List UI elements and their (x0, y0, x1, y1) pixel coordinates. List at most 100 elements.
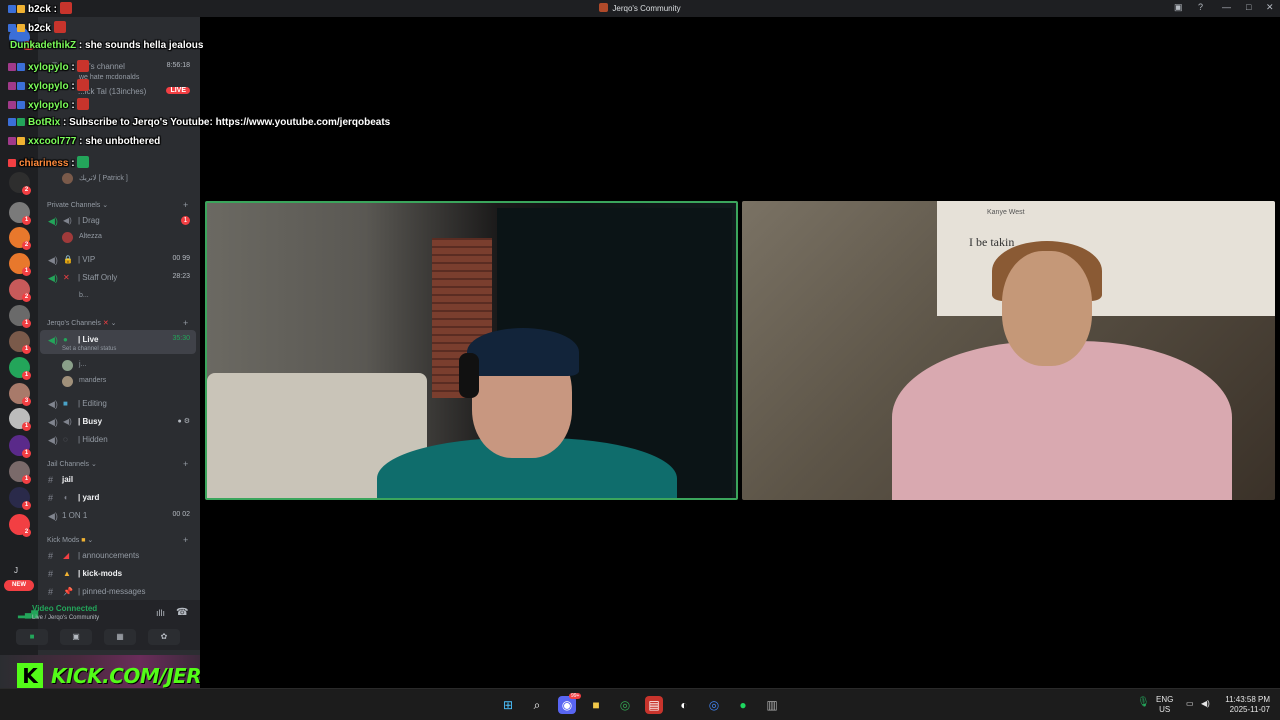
channel-yard[interactable]: # ◖ | yard (38, 490, 198, 506)
add-channel-icon[interactable]: + (183, 200, 188, 210)
category-jerqo[interactable]: Jerqo's Channels ✕ ⌄ (47, 319, 117, 327)
language-indicator[interactable]: ENG US (1156, 695, 1173, 715)
maximize-button[interactable]: □ (1246, 2, 1251, 12)
live-badge: LIVE (166, 87, 190, 94)
channel-actions-icon[interactable]: ● ⚙ (178, 417, 190, 425)
chat-username: BotRix (28, 117, 61, 128)
new-badge: NEW (4, 580, 34, 591)
hashtag-icon: # (48, 569, 54, 579)
soundboard-button[interactable]: ✿ (148, 629, 180, 645)
eye-off-icon: ◌ (63, 435, 68, 444)
channel-announcements[interactable]: # ◢ | announcements (38, 548, 198, 564)
kick-logo: K (17, 663, 43, 689)
speaker-icon: ◀) (63, 417, 72, 426)
screen-share-button[interactable]: ▣ (60, 629, 92, 645)
screen-share-icon[interactable]: ▣ (1174, 2, 1183, 13)
network-icon[interactable]: ▭ (1186, 699, 1194, 709)
video-tile-host[interactable] (205, 201, 738, 500)
voice-icon: ◀) (48, 511, 58, 521)
category-kick-mods[interactable]: Kick Mods ■ ⌄ (47, 536, 93, 544)
channel-vip[interactable]: ◀) 🔒 | VIP 00 99 (38, 252, 198, 268)
disconnect-icon[interactable]: ☎ (176, 607, 188, 618)
channel-staff-only[interactable]: ◀) ✕ | Staff Only 28:23 (38, 270, 198, 286)
badge-icon (17, 24, 25, 32)
chat-text: : she unbothered (76, 136, 161, 147)
chat-message: xylopylo : (8, 60, 90, 78)
obs-icon[interactable]: ◐ (675, 696, 693, 714)
monitor-icon: ■ (63, 399, 68, 408)
avatar (62, 232, 73, 243)
channel-hidden[interactable]: ◀) ◌ | Hidden (38, 432, 198, 448)
chat-message: DunkadethikZ : she sounds hella jealous (8, 40, 203, 58)
badge-icon (8, 159, 16, 167)
camera-button[interactable]: ■ (16, 629, 48, 645)
chat-badges (8, 23, 26, 34)
chat-message: b2ck : (8, 2, 72, 20)
chat-username: chiariness (19, 158, 69, 169)
add-channel-icon[interactable]: + (183, 318, 188, 328)
chat-text: : (68, 81, 78, 92)
chat-badges (8, 158, 17, 169)
channel-busy[interactable]: ◀) ◀) | Busy ● ⚙ (38, 414, 198, 430)
server-letter-icon[interactable]: J (14, 566, 18, 575)
add-channel-icon[interactable]: + (183, 535, 188, 545)
volume-icon[interactable]: ◀) (1201, 699, 1210, 709)
badge-icon (8, 24, 16, 32)
category-private[interactable]: Private Channels ⌄ (47, 201, 108, 209)
help-icon[interactable]: ? (1198, 2, 1203, 12)
server-badge: 2 (22, 293, 31, 302)
chat-badges (8, 81, 26, 92)
noise-suppression-icon[interactable]: ıllı (156, 608, 165, 618)
chat-message: BotRix : Subscribe to Jerqo's Youtube: h… (8, 117, 390, 135)
chrome-profile-icon[interactable]: ◎ (705, 696, 723, 714)
voice-icon: ◀) (48, 435, 58, 445)
app-icon[interactable]: ▥ (763, 696, 781, 714)
video-tile-guest[interactable]: Kanye West I be takin (742, 201, 1275, 500)
badge-icon (8, 118, 16, 126)
badge-icon (8, 101, 16, 109)
stream-app-icon[interactable]: ▤ (645, 696, 663, 714)
spotify-icon[interactable]: ● (734, 696, 752, 714)
channel-kick-mods[interactable]: # ▲ | kick-mods (38, 566, 198, 582)
channel-editing[interactable]: ◀) ■ | Editing (38, 396, 198, 412)
server-badge: 1 (22, 501, 31, 510)
server-badge: 1 (22, 475, 31, 484)
clock[interactable]: 11:43:58 PM 2025-11-07 (1222, 695, 1270, 715)
badge-icon (8, 5, 16, 13)
cross-icon: ✕ (102, 320, 109, 327)
badge-icon (8, 82, 16, 90)
taskbar: ⊞ ⌕ ◉ 99+ ■ ◎ ▤ ◐ ◎ ● ▥ 🎙 ENG US ▭ ◀) 11:… (0, 688, 1280, 720)
warning-icon: ▲ (63, 569, 71, 578)
chat-username: DunkadethikZ (10, 40, 77, 51)
chat-badges (8, 4, 26, 15)
voice-icon: ◀) (48, 273, 58, 283)
chat-text: : Subscribe to Jerqo's Youtube: https://… (60, 117, 391, 128)
channel-1on1[interactable]: ◀) 1 ON 1 00 02 (38, 508, 198, 524)
close-button[interactable]: ✕ (1266, 2, 1274, 13)
activities-button[interactable]: ▦ (104, 629, 136, 645)
channel-jail[interactable]: # jail (38, 472, 198, 488)
server-badge: 1 (22, 449, 31, 458)
add-channel-icon[interactable]: + (183, 459, 188, 469)
voice-location[interactable]: Live / Jerqo's Community (32, 615, 99, 621)
badge-icon (17, 82, 25, 90)
channel-drag[interactable]: ◀) ◀) | Drag 1 (38, 213, 198, 229)
avatar (62, 376, 73, 387)
channel-pinned-messages[interactable]: # 📌 | pinned-messages (38, 584, 198, 600)
search-icon[interactable]: ⌕ (528, 696, 546, 714)
emote-icon (77, 60, 90, 72)
chat-message: xxcool777 : she unbothered (8, 136, 160, 154)
chrome-icon[interactable]: ◎ (616, 696, 634, 714)
microphone-icon[interactable]: 🎙 (1137, 698, 1150, 708)
chat-message: b2ck (8, 21, 66, 39)
server-badge: 1 (22, 319, 31, 328)
chat-text: : (68, 62, 78, 73)
category-jail[interactable]: Jail Channels ⌄ (47, 460, 97, 468)
start-button[interactable]: ⊞ (499, 696, 517, 714)
voice-icon: ◀) (48, 335, 58, 345)
server-badge: 2 (22, 241, 31, 250)
file-explorer-icon[interactable]: ■ (587, 696, 605, 714)
voice-icon: ◀) (48, 216, 58, 226)
minimize-button[interactable]: — (1222, 2, 1231, 12)
pin-icon: 📌 (63, 587, 73, 596)
